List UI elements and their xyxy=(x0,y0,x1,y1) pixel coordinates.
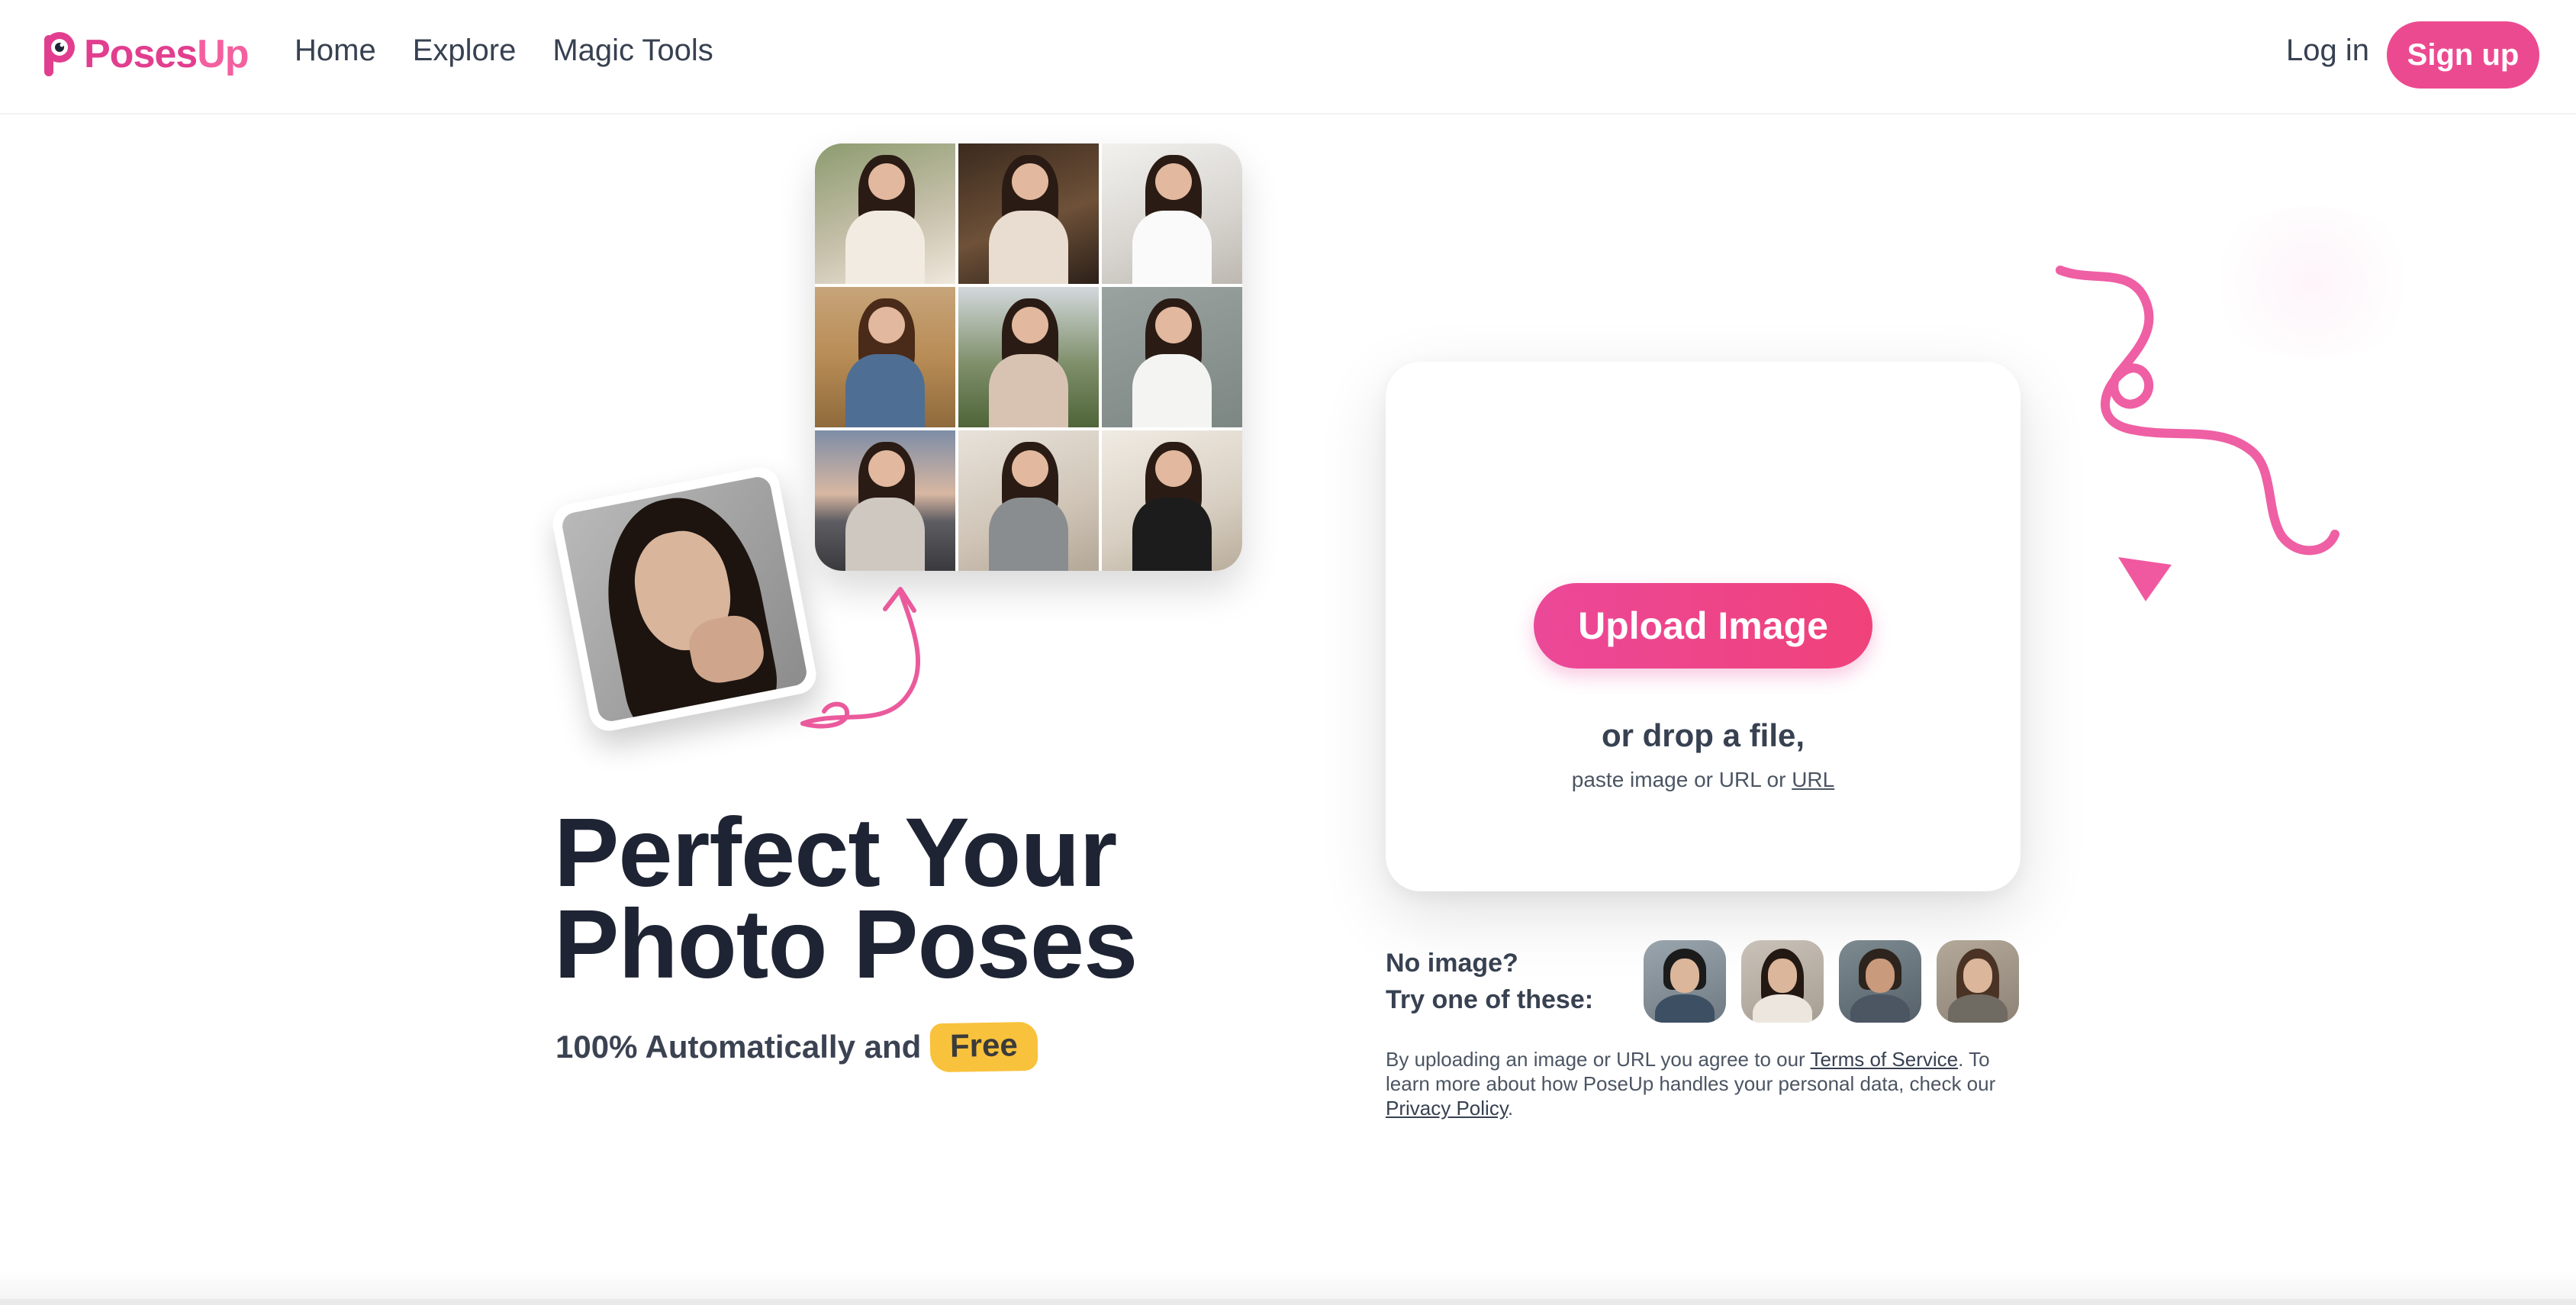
selfie-with-coffee-photo xyxy=(815,143,955,284)
logo-text-poses: Poses xyxy=(84,32,198,76)
free-badge: Free xyxy=(929,1021,1038,1073)
pose-results-gallery xyxy=(815,143,1242,571)
pier-sunset-photo xyxy=(815,430,955,571)
login-link[interactable]: Log in xyxy=(2286,34,2369,68)
hero-subline: 100% Automatically and Free xyxy=(555,1021,1038,1073)
nav-magic-tools-link[interactable]: Magic Tools xyxy=(552,34,713,68)
park-sitting-photo xyxy=(958,287,1099,427)
terms-notice: By uploading an image or URL you agree t… xyxy=(1386,1047,2027,1120)
logo-wordmark: PosesUp xyxy=(84,31,250,77)
portrait-image xyxy=(560,475,809,723)
subline-text: 100% Automatically and xyxy=(555,1029,922,1065)
sample-man-beard-photo[interactable] xyxy=(1839,940,1921,1023)
sample-woman-photo[interactable] xyxy=(1741,940,1824,1023)
signup-button[interactable]: Sign up xyxy=(2387,21,2539,89)
no-image-label: No image? xyxy=(1386,949,1518,978)
main-nav: Home Explore Magic Tools xyxy=(295,34,713,68)
field-denim-jacket-photo xyxy=(815,287,955,427)
url-link[interactable]: URL xyxy=(1792,768,1834,791)
paste-instructions: paste image or URL or URL xyxy=(1386,768,2021,792)
kitchen-mirror-selfie-photo xyxy=(958,430,1099,571)
source-portrait-photo xyxy=(549,463,820,735)
terms-prefix: By uploading an image or URL you agree t… xyxy=(1386,1048,1805,1071)
chin-on-hand-photo xyxy=(1102,287,1242,427)
sample-images xyxy=(1644,940,2019,1023)
squiggle-icon xyxy=(2056,266,2339,556)
gallery-standing-photo xyxy=(1102,430,1242,571)
privacy-policy-link[interactable]: Privacy Policy xyxy=(1386,1097,1508,1120)
triangle-icon xyxy=(2118,557,2172,601)
paste-text: paste image or URL or xyxy=(1571,768,1786,791)
hero-headline: Perfect Your Photo Poses xyxy=(554,804,1138,994)
brand-logo[interactable]: PosesUp xyxy=(43,29,250,79)
drop-file-text: or drop a file, xyxy=(1601,717,1805,753)
site-header: PosesUp Home Explore Magic Tools Log in … xyxy=(0,0,2576,114)
sample-prompt: No image? Try one of these: xyxy=(1386,945,1593,1018)
upload-card[interactable]: Upload Image or drop a file, paste image… xyxy=(1386,362,2021,891)
logo-icon xyxy=(44,32,75,76)
terms-suffix: . xyxy=(1507,1097,1514,1120)
headline-line-2: Photo Poses xyxy=(554,890,1138,999)
nav-home-link[interactable]: Home xyxy=(295,34,376,68)
curly-arrow-icon xyxy=(800,587,921,729)
cafe-laughing-photo xyxy=(958,143,1099,284)
bedroom-portrait-photo xyxy=(1102,143,1242,284)
terms-of-service-link[interactable]: Terms of Service xyxy=(1810,1048,1958,1071)
bottom-edge xyxy=(0,1270,2576,1305)
logo-text-up: Up xyxy=(197,32,249,76)
nav-explore-link[interactable]: Explore xyxy=(413,34,517,68)
sample-woman-smile-photo[interactable] xyxy=(1937,940,2019,1023)
sample-man-photo[interactable] xyxy=(1644,940,1726,1023)
try-these-label: Try one of these: xyxy=(1386,985,1594,1014)
upload-image-button[interactable]: Upload Image xyxy=(1534,583,1872,669)
